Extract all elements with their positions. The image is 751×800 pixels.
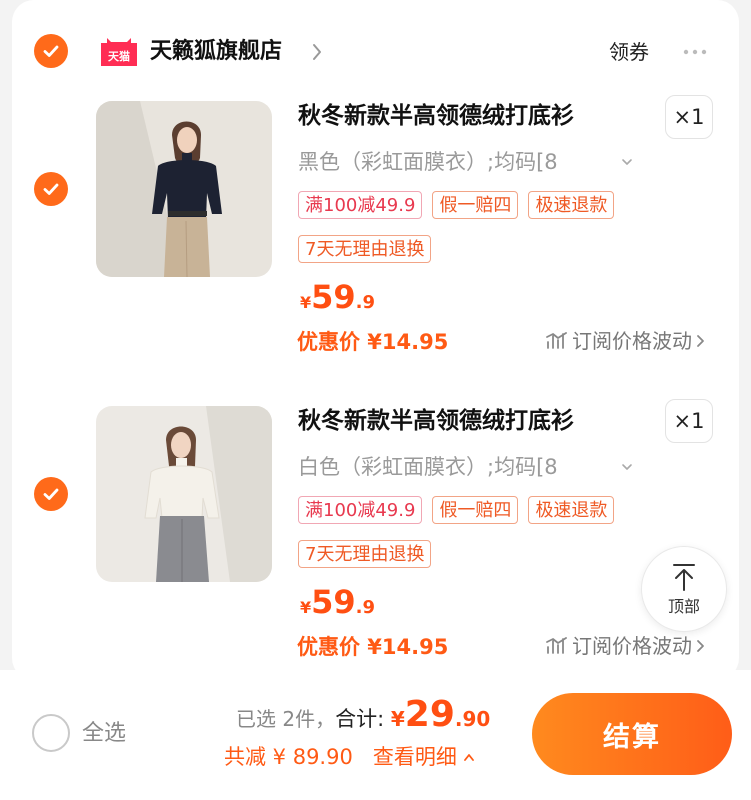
- tmall-logo-text: 天猫: [108, 49, 130, 63]
- chevron-down-icon[interactable]: [621, 463, 633, 471]
- service-tags: 满100减49.9 假一赔四 极速退款: [298, 191, 615, 219]
- subscribe-price-label: 订阅价格波动: [572, 634, 692, 658]
- select-all-label[interactable]: 全选: [82, 718, 126, 750]
- saving-summary: 共减 ¥ 89.90 查看明细: [224, 741, 475, 773]
- price-currency: ¥: [300, 293, 312, 312]
- chevron-down-icon[interactable]: [621, 158, 633, 166]
- price-integer: 59: [311, 278, 356, 316]
- back-to-top-button[interactable]: 顶部: [641, 546, 727, 632]
- view-details-link[interactable]: 查看明细: [373, 741, 457, 773]
- arrow-up-icon: [673, 563, 695, 591]
- total-price: ¥29.90: [391, 694, 490, 735]
- subscribe-price-link[interactable]: 订阅价格波动: [546, 631, 705, 661]
- service-tag: 极速退款: [528, 496, 615, 524]
- more-icon[interactable]: [682, 48, 708, 56]
- quantity-stepper[interactable]: ×1: [665, 95, 713, 139]
- service-tags-row-2: 7天无理由退换: [298, 235, 432, 263]
- chevron-right-icon: [697, 640, 704, 652]
- check-icon: [43, 45, 59, 57]
- product-title[interactable]: 秋冬新款半高领德绒打底衫: [298, 99, 574, 133]
- chevron-up-icon[interactable]: [463, 753, 475, 762]
- product-image[interactable]: [96, 101, 272, 277]
- item-check-icon[interactable]: [34, 172, 68, 206]
- total-integer: 29: [404, 694, 455, 735]
- shop-check-icon[interactable]: [34, 34, 68, 68]
- product-image[interactable]: [96, 406, 272, 582]
- promo-tag[interactable]: 满100减49.9: [298, 496, 423, 524]
- service-tag: 假一赔四: [432, 496, 519, 524]
- checkout-button[interactable]: 结算: [532, 693, 732, 775]
- discount-price: 优惠价 ¥14.95: [297, 635, 449, 659]
- item-check-icon[interactable]: [34, 477, 68, 511]
- selected-count: 已选 2件，: [236, 707, 336, 731]
- total-label: 合计:: [335, 707, 391, 731]
- back-to-top-label: 顶部: [667, 596, 700, 616]
- service-tags: 满100减49.9 假一赔四 极速退款: [298, 496, 615, 524]
- service-tag: 7天无理由退换: [298, 540, 432, 568]
- price-decimal: .9: [355, 292, 376, 313]
- product-price: ¥59.9: [300, 583, 375, 621]
- subscribe-price-label: 订阅价格波动: [572, 329, 692, 353]
- service-tag: 极速退款: [528, 191, 615, 219]
- saving-amount: 共减 ¥ 89.90: [224, 745, 353, 769]
- total-decimal: .90: [454, 707, 491, 731]
- product-price: ¥59.9: [300, 278, 375, 316]
- order-summary: 已选 2件，合计: ¥29.90: [236, 690, 490, 746]
- price-integer: 59: [311, 583, 356, 621]
- service-tags-row-2: 7天无理由退换: [298, 540, 432, 568]
- sku-selector[interactable]: 白色（彩虹面膜衣）;均码[8: [298, 451, 558, 483]
- select-all-radio[interactable]: [32, 714, 70, 752]
- total-currency: ¥: [390, 707, 405, 731]
- sku-selector[interactable]: 黑色（彩虹面膜衣）;均码[8: [298, 146, 558, 178]
- subscribe-price-link[interactable]: 订阅价格波动: [546, 326, 705, 356]
- promo-tag[interactable]: 满100减49.9: [298, 191, 423, 219]
- coupon-button[interactable]: 领券: [609, 36, 649, 68]
- chart-icon: [546, 637, 567, 654]
- chevron-right-icon: [697, 335, 704, 347]
- price-currency: ¥: [300, 598, 312, 617]
- product-title[interactable]: 秋冬新款半高领德绒打底衫: [298, 404, 574, 438]
- tmall-logo: 天猫: [101, 38, 137, 66]
- service-tag: 假一赔四: [432, 191, 519, 219]
- discount-price: 优惠价 ¥14.95: [297, 330, 449, 354]
- service-tag: 7天无理由退换: [298, 235, 432, 263]
- price-decimal: .9: [355, 597, 376, 618]
- quantity-stepper[interactable]: ×1: [665, 399, 713, 443]
- chevron-right-icon[interactable]: [312, 43, 322, 61]
- shop-name[interactable]: 天籁狐旗舰店: [150, 35, 282, 69]
- chart-icon: [546, 332, 567, 349]
